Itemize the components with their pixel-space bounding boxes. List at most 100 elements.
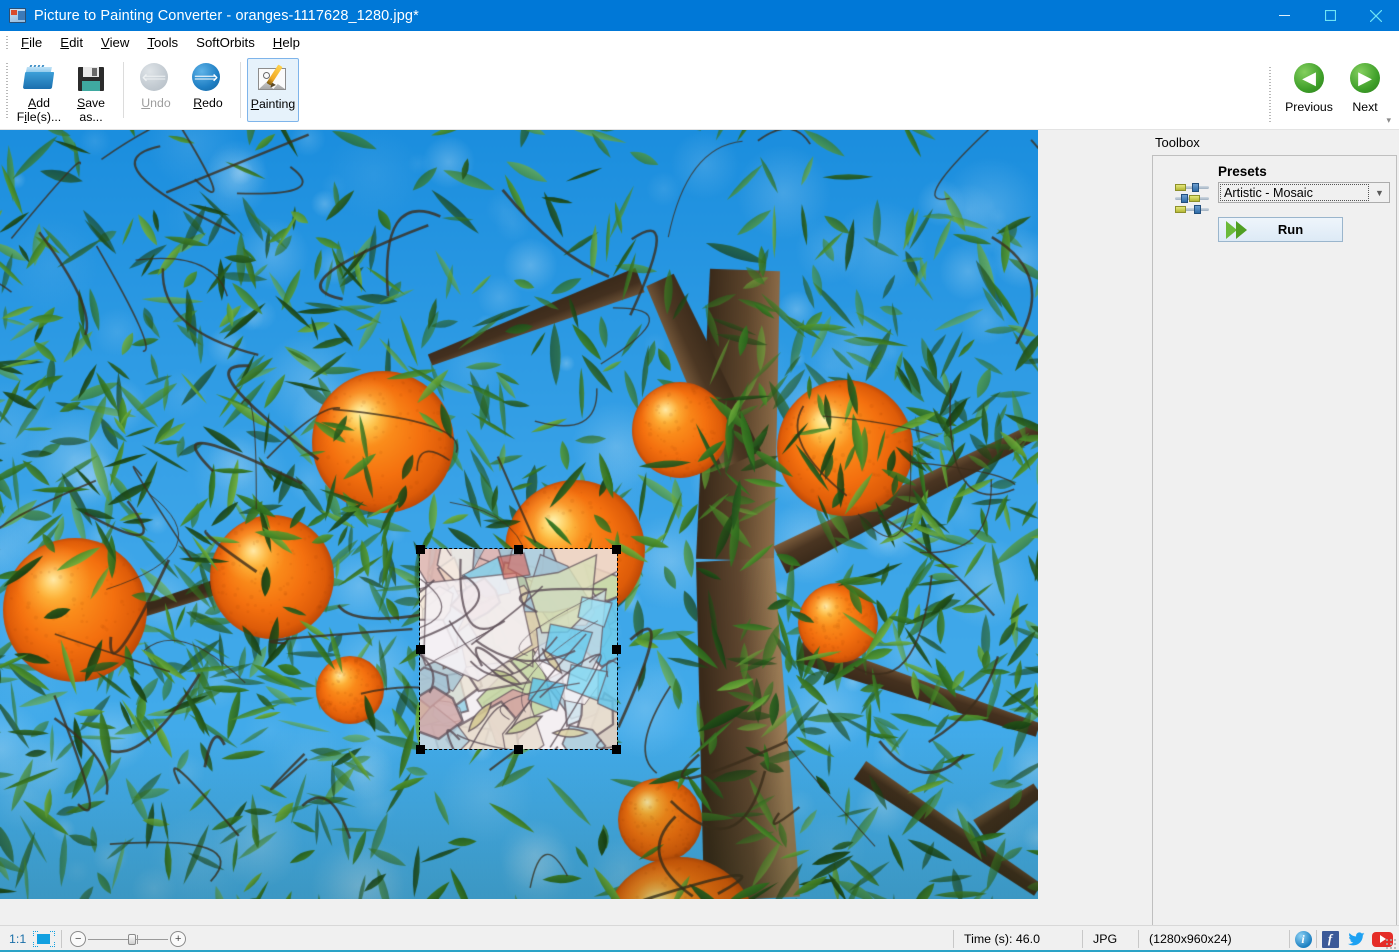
- zoom-track[interactable]: [88, 933, 169, 945]
- facebook-icon: f: [1321, 930, 1339, 948]
- presets-value: Artistic - Mosaic: [1224, 185, 1313, 200]
- twitter-button[interactable]: [1343, 926, 1369, 952]
- save-as-label: Save as...: [76, 96, 106, 124]
- undo-button[interactable]: ⟸ Undo: [130, 58, 182, 122]
- previous-label: Previous: [1285, 100, 1333, 114]
- undo-arrow-icon: ⟸: [139, 62, 173, 94]
- info-icon: i: [1294, 930, 1312, 948]
- minimize-button[interactable]: [1261, 0, 1307, 31]
- image-canvas[interactable]: [0, 130, 1038, 899]
- arrow-left-circle-icon: ◀: [1293, 62, 1325, 94]
- previous-button[interactable]: ◀ Previous: [1281, 58, 1337, 114]
- next-label: Next: [1352, 100, 1378, 114]
- info-button[interactable]: i: [1290, 926, 1316, 952]
- menu-help-label: elp: [282, 34, 300, 50]
- menu-help[interactable]: Help: [264, 33, 309, 52]
- zoom-ratio-label: 1:1: [9, 932, 27, 946]
- window-controls: [1261, 0, 1399, 31]
- menu-tools-label: ools: [153, 34, 179, 50]
- maximize-button[interactable]: [1307, 0, 1353, 31]
- selection-handle-ne[interactable]: [612, 545, 621, 554]
- zoom-ratio-cell: 1:1: [0, 926, 61, 952]
- status-bar: 1:1 − + Time (s): 46.0 JPG (1280x960x24): [0, 925, 1399, 952]
- format-label: JPG: [1093, 932, 1118, 946]
- save-as-button[interactable]: Save as...: [65, 58, 117, 124]
- zoom-tick: [137, 934, 139, 944]
- toolbox-content: Presets Artistic - Mosaic ▼ Run: [1153, 156, 1396, 242]
- painting-label: Painting: [250, 97, 296, 111]
- menu-bar: File Edit View Tools SoftOrbits Help: [0, 31, 1399, 54]
- time-label: Time (s): 46.0: [964, 932, 1040, 946]
- toolbar-grip[interactable]: [3, 60, 12, 122]
- menu-edit-label: dit: [69, 34, 83, 50]
- selection-handle-w[interactable]: [416, 645, 425, 654]
- redo-arrow-icon: ⟹: [191, 62, 225, 94]
- toolbar-separator-1: [123, 62, 124, 118]
- previous-arrow-glyph: ◀: [1302, 68, 1316, 88]
- toolbox-panel: Toolbox Presets Artistic - Mosaic ▼ Run: [1148, 130, 1399, 925]
- toolbar-effect-group: Painting: [247, 54, 299, 126]
- menu-view[interactable]: View: [92, 33, 138, 52]
- next-button[interactable]: ▶ Next: [1337, 58, 1393, 114]
- selection-handle-e[interactable]: [612, 645, 621, 654]
- menu-file[interactable]: File: [12, 33, 51, 52]
- zoom-slider[interactable]: − +: [62, 931, 194, 947]
- title-bar: Picture to Painting Converter - oranges-…: [0, 0, 1399, 31]
- nav-grip[interactable]: [1266, 64, 1275, 126]
- selection-handle-s[interactable]: [514, 745, 523, 754]
- menu-edit[interactable]: Edit: [51, 33, 92, 52]
- run-label: Run: [1277, 222, 1304, 237]
- next-arrow-glyph: ▶: [1358, 68, 1372, 88]
- folder-add-icon: [22, 62, 56, 94]
- menu-view-label: iew: [109, 34, 130, 50]
- menu-file-label: ile: [29, 34, 43, 50]
- zoom-thumb[interactable]: [128, 933, 137, 945]
- selection-handle-sw[interactable]: [416, 745, 425, 754]
- selection-handle-n[interactable]: [514, 545, 523, 554]
- app-window: Picture to Painting Converter - oranges-…: [0, 0, 1399, 952]
- toolbox-box: Presets Artistic - Mosaic ▼ Run: [1152, 155, 1397, 925]
- arrow-right-circle-icon: ▶: [1349, 62, 1381, 94]
- toolbar-file-group: Add File(s)... Save as...: [13, 54, 117, 126]
- main-body: Toolbox Presets Artistic - Mosaic ▼ Run: [0, 130, 1399, 925]
- floppy-label: [82, 81, 100, 91]
- run-button[interactable]: Run: [1218, 217, 1343, 242]
- selection-marquee: [419, 548, 618, 750]
- presets-label: Presets: [1218, 164, 1267, 179]
- floppy-disk-icon: [74, 62, 108, 94]
- presets-dropdown[interactable]: Artistic - Mosaic ▼: [1218, 182, 1390, 203]
- app-icon: [9, 8, 26, 23]
- resize-grip[interactable]: [1385, 938, 1397, 950]
- selection-handle-se[interactable]: [612, 745, 621, 754]
- facebook-button[interactable]: f: [1317, 926, 1343, 952]
- canvas-area[interactable]: [0, 130, 1148, 925]
- green-double-arrow-icon: [1223, 220, 1257, 240]
- toolbox-title: Toolbox: [1155, 135, 1200, 150]
- painting-button[interactable]: Painting: [247, 58, 299, 122]
- add-files-label: Add File(s)...: [16, 96, 62, 124]
- nav-overflow-icon[interactable]: ▾: [1386, 115, 1391, 126]
- chevron-down-icon[interactable]: ▼: [1370, 183, 1389, 202]
- selection-region[interactable]: [416, 545, 621, 754]
- menu-grip[interactable]: [3, 34, 12, 50]
- close-button[interactable]: [1353, 0, 1399, 31]
- main-toolbar: Add File(s)... Save as... ⟸ Undo ⟹ Redo …: [0, 54, 1399, 177]
- sliders-icon: [1175, 183, 1209, 214]
- painting-icon: [256, 63, 290, 95]
- social-links: i f: [1290, 926, 1399, 952]
- undo-arrow-glyph: ⟸: [141, 67, 167, 87]
- redo-label: Redo: [193, 96, 223, 110]
- toolbar-history-group: ⟸ Undo ⟹ Redo: [130, 54, 234, 126]
- toolbar-nav-group: ◀ Previous ▶ Next ▾: [1266, 54, 1393, 130]
- add-files-button[interactable]: Add File(s)...: [13, 58, 65, 124]
- redo-button[interactable]: ⟹ Redo: [182, 58, 234, 122]
- window-title: Picture to Painting Converter - oranges-…: [34, 7, 419, 24]
- zoom-in-button[interactable]: +: [170, 931, 187, 947]
- menu-tools[interactable]: Tools: [138, 33, 187, 52]
- menu-softorbits-label: SoftOrbits: [196, 34, 255, 50]
- zoom-out-button[interactable]: −: [70, 931, 87, 947]
- menu-softorbits[interactable]: SoftOrbits: [187, 33, 264, 52]
- fit-to-window-icon[interactable]: [33, 931, 56, 947]
- redo-arrow-glyph: ⟹: [193, 67, 219, 87]
- selection-handle-nw[interactable]: [416, 545, 425, 554]
